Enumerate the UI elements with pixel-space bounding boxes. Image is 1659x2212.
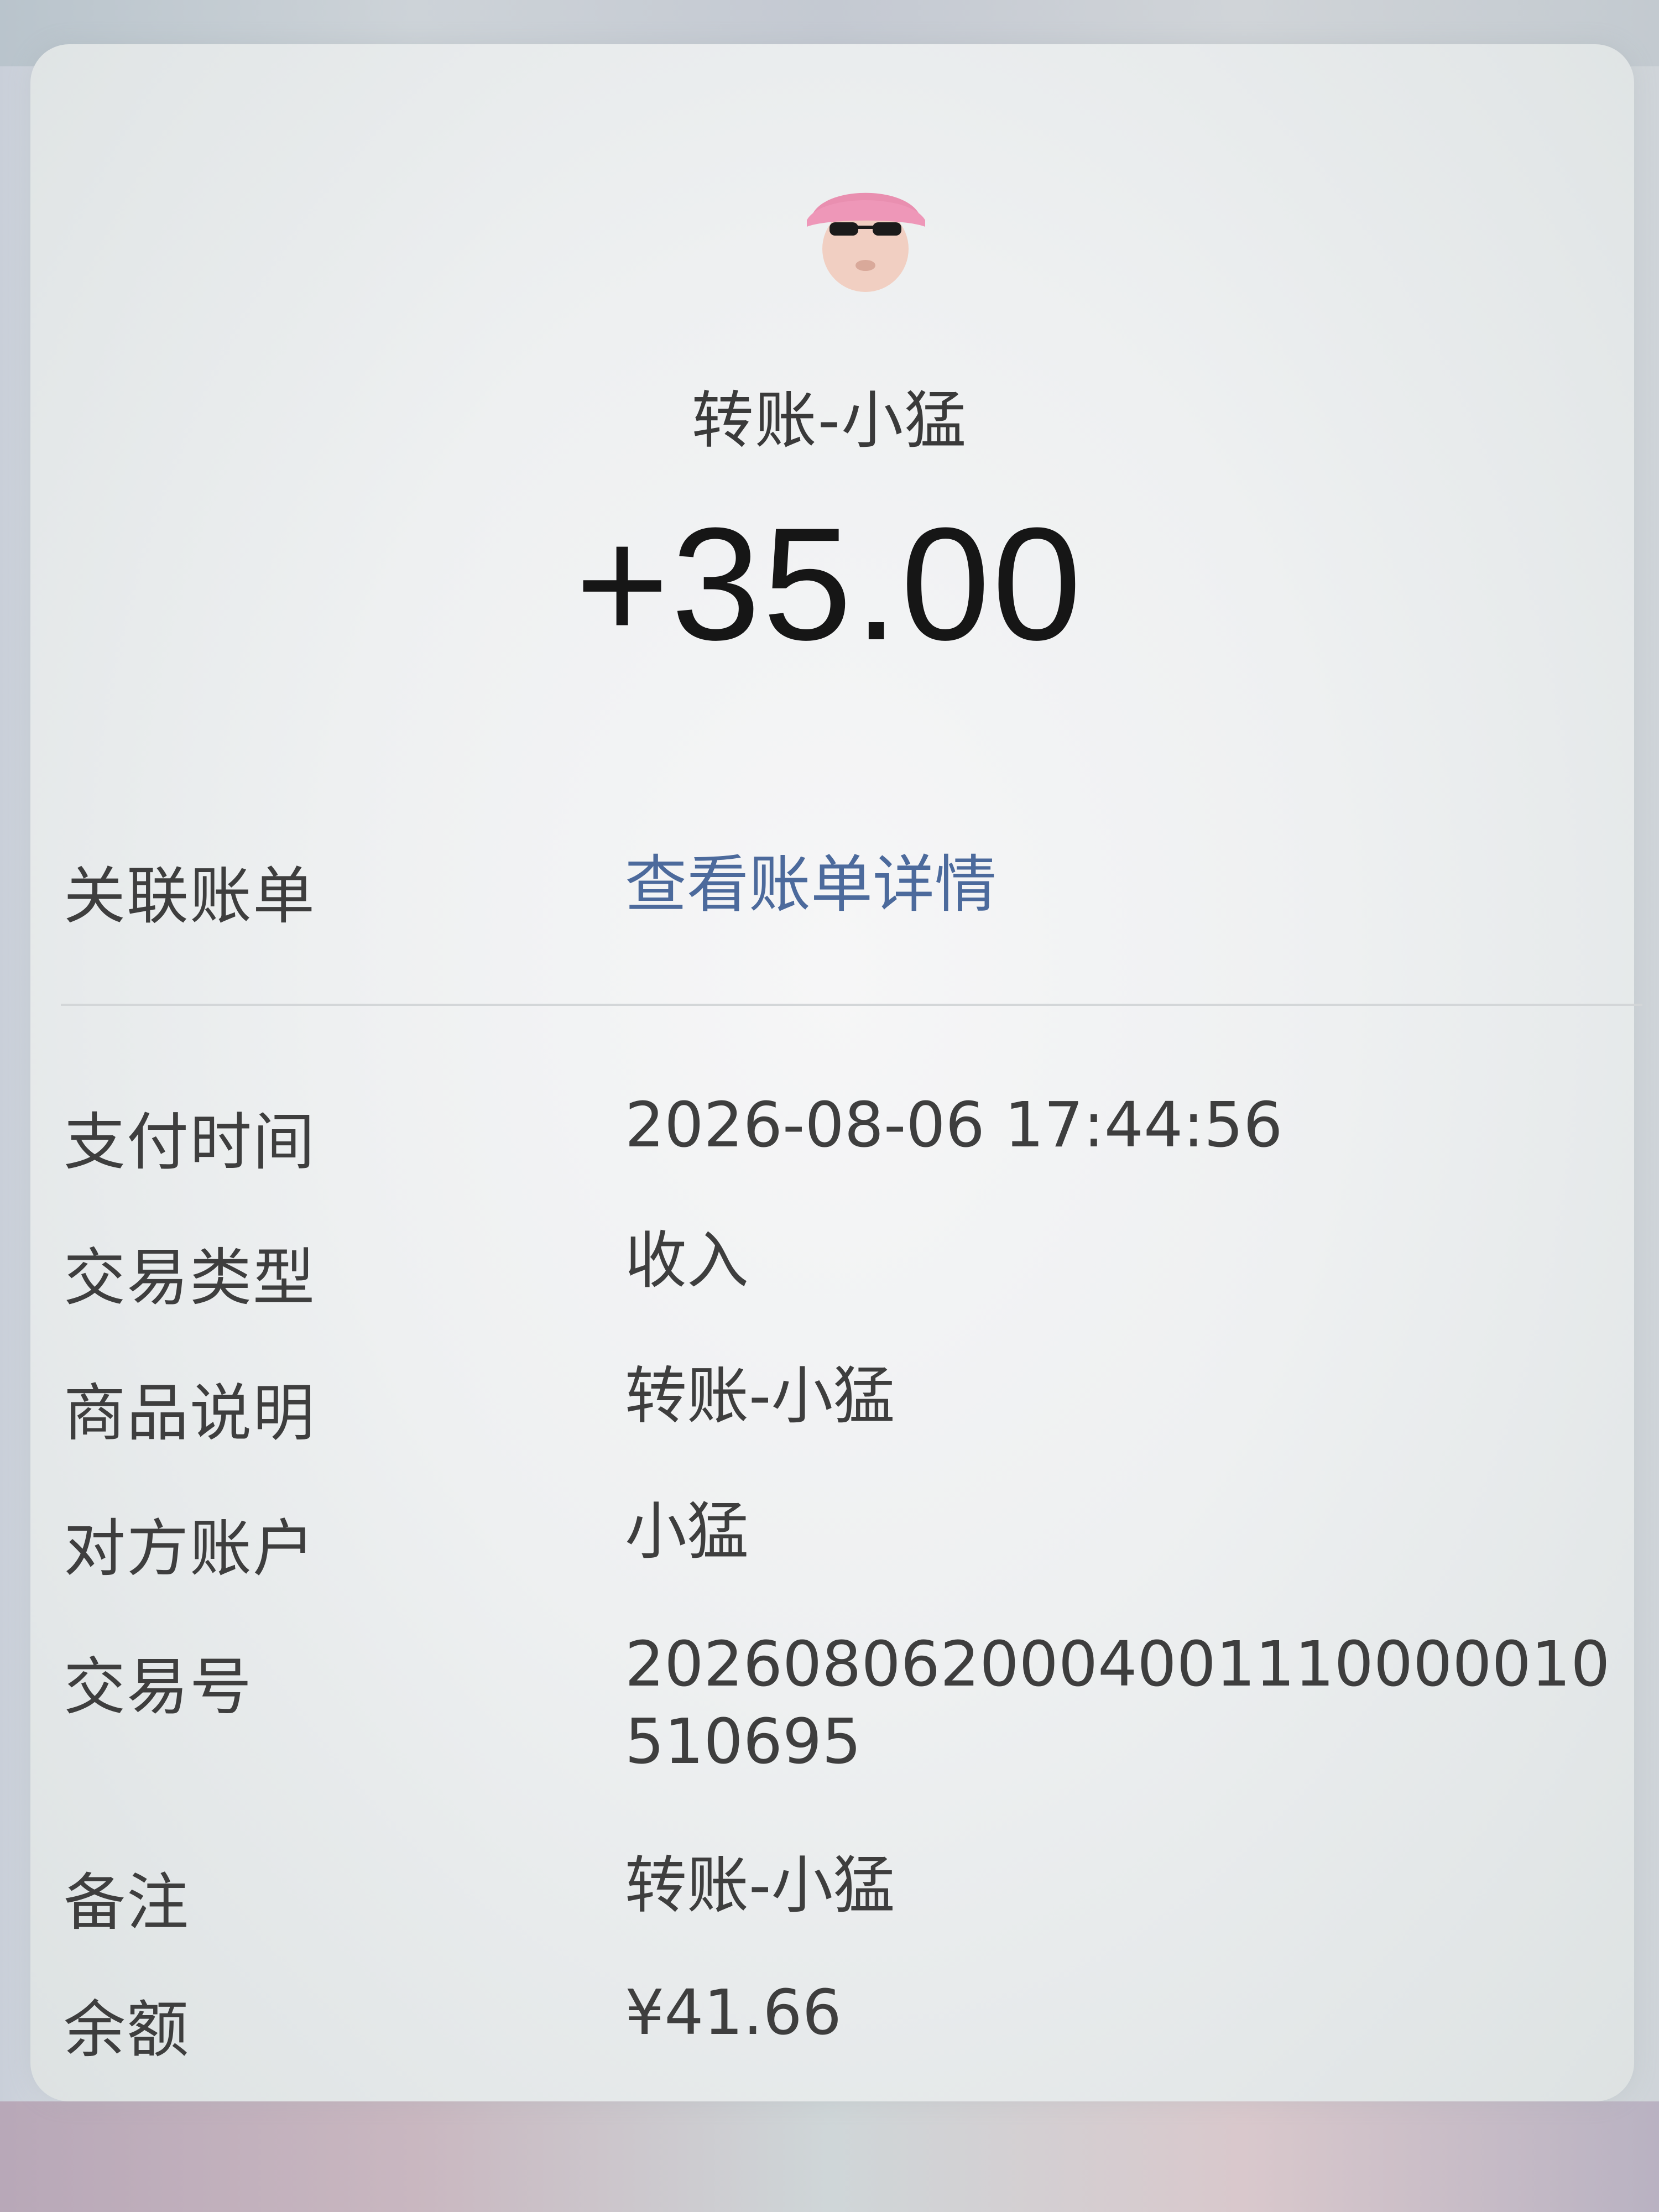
counterparty-account-label: 对方账户 bbox=[64, 1513, 316, 1585]
transaction-title: 转账-小猛 bbox=[691, 385, 968, 457]
view-bill-details-link[interactable]: 查看账单详情 bbox=[625, 846, 997, 924]
transaction-number-label: 交易号 bbox=[64, 1651, 253, 1723]
payment-time-label: 支付时间 bbox=[64, 1107, 316, 1178]
divider bbox=[61, 1004, 1642, 1006]
remark-label: 备注 bbox=[64, 1867, 190, 1939]
related-bill-label: 关联账单 bbox=[64, 860, 316, 932]
transaction-type-label: 交易类型 bbox=[64, 1242, 316, 1314]
counterparty-account-value: 小猛 bbox=[625, 1496, 749, 1568]
payment-time-value: 2026-08-06 17:44:56 bbox=[625, 1089, 1283, 1161]
balance-value: ¥41.66 bbox=[625, 1977, 842, 2049]
transaction-number-value: 2026080620004001110000010510695 bbox=[625, 1629, 1610, 1778]
avatar-pink-hair-sunglasses-icon bbox=[807, 192, 925, 292]
avatar[interactable] bbox=[799, 166, 932, 293]
transaction-amount: +35.00 bbox=[575, 494, 1084, 674]
remark-value: 转账-小猛 bbox=[625, 1850, 895, 1922]
product-description-value: 转账-小猛 bbox=[625, 1360, 895, 1432]
transaction-detail-card bbox=[30, 44, 1634, 2101]
transaction-type-value: 收入 bbox=[625, 1225, 749, 1297]
bottom-edge-band bbox=[0, 2101, 1659, 2212]
product-description-label: 商品说明 bbox=[64, 1378, 316, 1449]
balance-label: 余额 bbox=[64, 1994, 190, 2066]
